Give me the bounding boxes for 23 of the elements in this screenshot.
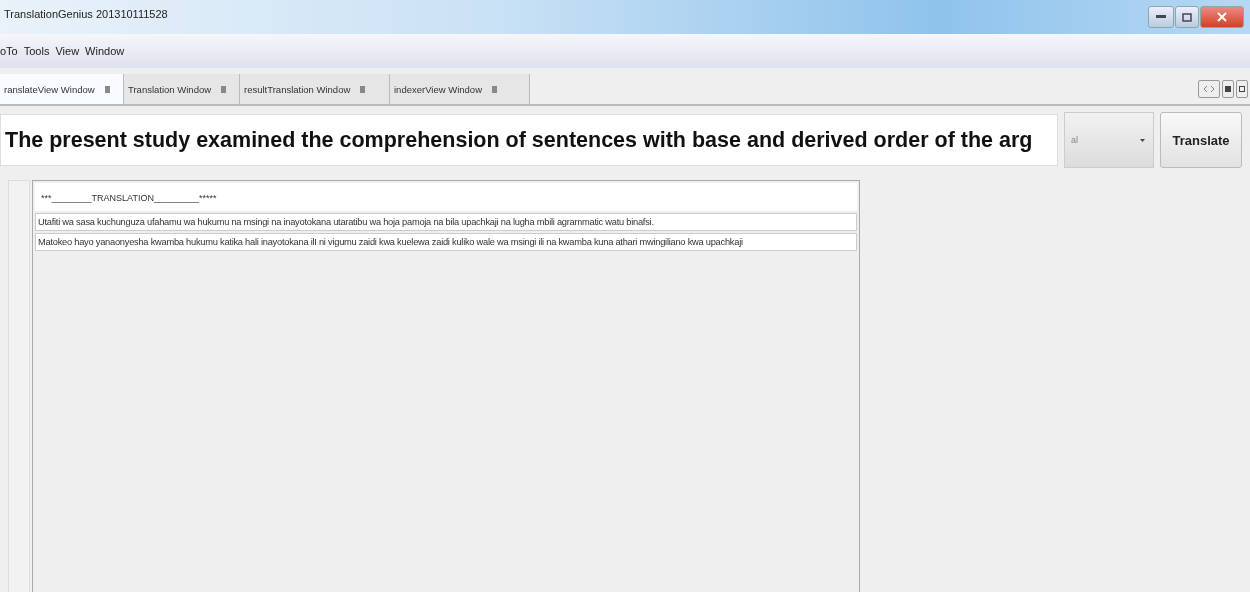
restore-icon <box>1239 86 1245 92</box>
maximize-icon <box>1182 12 1192 22</box>
menu-item[interactable]: Window <box>85 45 125 57</box>
menu-item[interactable]: View <box>55 45 80 57</box>
menu-item[interactable]: Tools <box>23 45 50 57</box>
maximize-button[interactable] <box>1175 6 1199 28</box>
tab[interactable]: indexerView Window <box>390 74 530 104</box>
close-button[interactable] <box>1200 6 1244 28</box>
minimize-button[interactable] <box>1148 6 1174 28</box>
tab[interactable]: Translation Window <box>124 74 240 104</box>
tab-list-button[interactable] <box>1222 80 1234 98</box>
translate-button[interactable]: Translate <box>1160 112 1242 168</box>
restore-button[interactable] <box>1236 80 1248 98</box>
caret-icon <box>1140 138 1145 142</box>
window-title: TranslationGenius 201310111528 <box>4 7 168 20</box>
source-text-field[interactable]: The present study examined the comprehension of sentences with base and derived order of the arg <box>0 114 1058 166</box>
minimize-icon <box>1156 15 1166 19</box>
tab[interactable]: ranslateView Window <box>0 74 124 104</box>
arrows-icon <box>1203 85 1215 93</box>
square-icon <box>1225 86 1231 92</box>
tab[interactable]: resultTranslation Window <box>240 74 390 104</box>
results-header: ***________TRANSLATION_________***** <box>35 183 857 211</box>
menu-item[interactable]: oTo <box>0 45 18 57</box>
